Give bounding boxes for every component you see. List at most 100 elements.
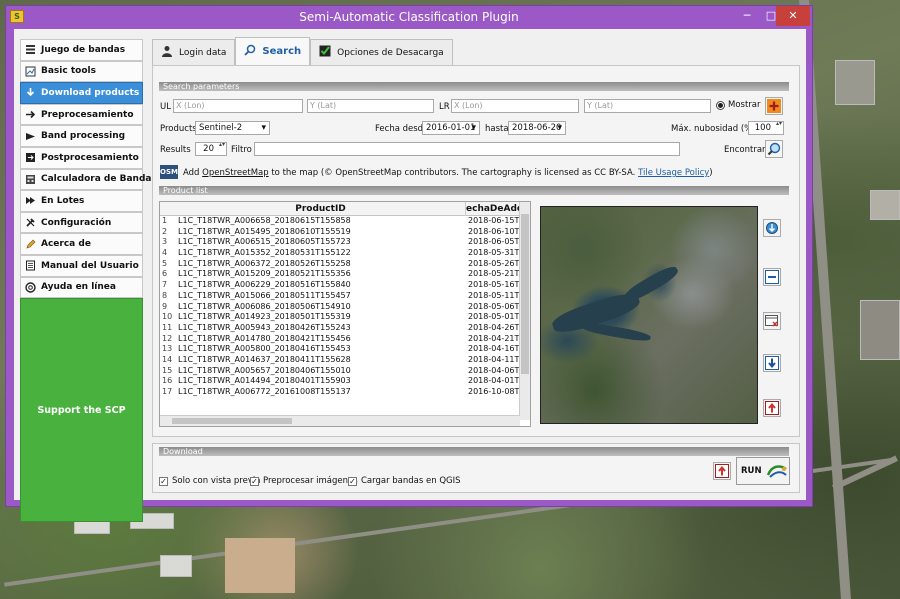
- table-row[interactable]: 15 L1C_T18TWR_A005657_20180406T155010 2018…: [160, 366, 520, 377]
- products-select[interactable]: Sentinel-2: [195, 121, 270, 135]
- table-row[interactable]: 10 L1C_T18TWR_A014923_20180501T155319 2018…: [160, 312, 520, 323]
- title-bar[interactable]: S Semi-Automatic Classification Plugin ─…: [6, 6, 812, 28]
- sidebar-item-batch[interactable]: En Lotes: [20, 190, 143, 212]
- load-links-button[interactable]: [713, 462, 731, 480]
- date-to-select[interactable]: 2018-06-20: [508, 121, 566, 135]
- table-row[interactable]: 13 L1C_T18TWR_A005800_20180416T155453 2018…: [160, 344, 520, 355]
- import-table-button[interactable]: [763, 399, 781, 417]
- ul-y-input[interactable]: Y (Lat): [307, 99, 434, 113]
- export-links-button[interactable]: [763, 354, 781, 372]
- show-radio[interactable]: Mostrar: [716, 100, 761, 110]
- column-product-id[interactable]: ProductID: [176, 202, 466, 216]
- product-id-cell: L1C_T18TWR_A006658_20180615T155858: [178, 216, 351, 225]
- osm-add-line: Add OpenStreetMap to the map (© OpenStre…: [183, 168, 713, 178]
- download-globe-icon: [766, 222, 778, 234]
- table-row[interactable]: 5 L1C_T18TWR_A006372_20180526T155258 2018-…: [160, 259, 520, 270]
- postprocessing-icon: [25, 152, 36, 163]
- sidebar-item-postprocessing[interactable]: Postprocesamiento: [20, 146, 143, 169]
- vertical-scrollbar[interactable]: [519, 202, 530, 420]
- row-number: 1: [162, 216, 168, 225]
- table-row[interactable]: 9 L1C_T18TWR_A006086_20180506T154910 2018-…: [160, 302, 520, 313]
- sidebar-item-user-manual[interactable]: Manual del Usuario: [20, 254, 143, 277]
- background-field: [225, 538, 295, 593]
- sidebar-item-label: Configuración: [41, 217, 112, 228]
- results-spinbox[interactable]: 20: [195, 142, 227, 156]
- tab-download-options[interactable]: Opciones de Desacarga: [310, 39, 453, 65]
- ul-x-input[interactable]: X (Lon): [173, 99, 303, 113]
- run-label: RUN: [741, 466, 762, 476]
- osm-link[interactable]: OpenStreetMap: [202, 168, 268, 178]
- product-id-cell: L1C_T18TWR_A005943_20180426T155243: [178, 322, 351, 332]
- sidebar-item-basic-tools[interactable]: Basic tools: [20, 60, 143, 83]
- product-id-cell: L1C_T18TWR_A014780_20180421T155456: [178, 333, 351, 343]
- table-row[interactable]: 1 L1C_T18TWR_A006658_20180615T155858 2018-…: [160, 216, 520, 227]
- table-row[interactable]: 8 L1C_T18TWR_A015066_20180511T155457 2018-…: [160, 291, 520, 302]
- acquisition-date-cell: 2018-04-01T1: [468, 376, 520, 386]
- filter-input[interactable]: [254, 142, 680, 156]
- max-cloud-spinbox[interactable]: 100: [748, 121, 784, 135]
- add-area-button[interactable]: [765, 97, 783, 115]
- tile-usage-policy-link[interactable]: Tile Usage Policy: [638, 168, 709, 178]
- find-label: Encontrar: [724, 145, 766, 155]
- sidebar-item-band-calculator[interactable]: Calculadora de Bandas: [20, 168, 157, 191]
- load-bands-checkbox[interactable]: ✓ Cargar bandas en QGIS: [348, 476, 461, 486]
- row-number: 16: [162, 376, 173, 386]
- sidebar-item-band-set[interactable]: Juego de bandas: [20, 39, 143, 61]
- table-row[interactable]: 3 L1C_T18TWR_A006515_20180605T155723 2018-…: [160, 237, 520, 248]
- close-button[interactable]: ✕: [776, 6, 810, 26]
- table-row[interactable]: 11 L1C_T18TWR_A005943_20180426T155243 2018…: [160, 323, 520, 334]
- support-the-scp-button[interactable]: Support the SCP: [20, 298, 143, 523]
- plus-icon: [767, 99, 781, 113]
- preview-river: [580, 320, 652, 344]
- only-preview-checkbox[interactable]: ✓ Solo con vista previa: [159, 476, 260, 486]
- tab-login-data[interactable]: Login data: [152, 39, 236, 65]
- background-building: [835, 60, 875, 105]
- download-panel: Download ✓ Solo con vista previa ✓ Prepr…: [152, 443, 800, 493]
- lr-y-input[interactable]: Y (Lat): [584, 99, 711, 113]
- run-button[interactable]: RUN: [736, 457, 790, 485]
- horizontal-scrollbar[interactable]: [160, 415, 520, 426]
- table-row[interactable]: 7 L1C_T18TWR_A006229_20180516T155840 2018-…: [160, 280, 520, 291]
- product-id-cell: L1C_T18TWR_A006229_20180516T155840: [178, 280, 351, 290]
- sidebar-item-download-products[interactable]: Download products: [20, 82, 143, 104]
- osm-to-map-text: to the map: [271, 168, 319, 178]
- sidebar-item-preprocessing[interactable]: Preprocesamiento: [20, 103, 143, 126]
- basic-tools-icon: [25, 66, 36, 77]
- sidebar-item-about[interactable]: Acerca de: [20, 233, 143, 255]
- minimize-button[interactable]: ─: [734, 6, 760, 26]
- remove-row-button[interactable]: [763, 268, 781, 286]
- date-from-select[interactable]: 2016-01-01: [422, 121, 480, 135]
- sidebar-item-band-processing[interactable]: Band processing: [20, 125, 143, 147]
- image-preview[interactable]: [540, 206, 758, 424]
- scroll-thumb[interactable]: [172, 418, 292, 424]
- row-number: 12: [162, 333, 173, 343]
- preprocess-images-checkbox[interactable]: ✓ Preprocesar imágenes: [250, 476, 358, 486]
- sidebar-item-label: Acerca de: [41, 239, 91, 250]
- sidebar-item-settings[interactable]: Configuración: [20, 211, 143, 234]
- download-preview-button[interactable]: [763, 219, 781, 237]
- clear-table-button[interactable]: [763, 312, 781, 330]
- table-row[interactable]: 6 L1C_T18TWR_A015209_20180521T155356 2018-…: [160, 269, 520, 280]
- table-row[interactable]: 16 L1C_T18TWR_A014494_20180401T155903 2018…: [160, 376, 520, 387]
- scroll-thumb[interactable]: [521, 214, 529, 374]
- column-acquisition-date[interactable]: echaDeAdqui: [466, 202, 520, 216]
- row-number: 6: [162, 269, 168, 279]
- date-to-label: hasta: [485, 124, 509, 134]
- table-row[interactable]: 17 L1C_T18TWR_A006772_20161008T155137 2016…: [160, 387, 520, 398]
- table-row[interactable]: 12 L1C_T18TWR_A014780_20180421T155456 2018…: [160, 334, 520, 345]
- sidebar: Juego de bandas Basic tools Download pro…: [20, 39, 157, 523]
- lr-x-input[interactable]: X (Lon): [451, 99, 579, 113]
- product-id-cell: L1C_T18TWR_A005800_20180416T155453: [178, 344, 351, 354]
- products-label: Products: [160, 124, 197, 134]
- find-button[interactable]: [765, 140, 783, 158]
- background-building: [160, 555, 192, 577]
- tab-search[interactable]: Search: [235, 37, 311, 65]
- row-number: 15: [162, 365, 173, 375]
- table-row[interactable]: 14 L1C_T18TWR_A014637_20180411T155628 2018…: [160, 355, 520, 366]
- sidebar-item-online-help[interactable]: Ayuda en línea: [20, 276, 143, 299]
- table-row[interactable]: 2 L1C_T18TWR_A015495_20180610T155519 2018-…: [160, 227, 520, 238]
- table-row[interactable]: 4 L1C_T18TWR_A015352_20180531T155122 2018-…: [160, 248, 520, 259]
- acquisition-date-cell: 2018-06-15T1: [468, 216, 520, 225]
- row-number: 13: [162, 344, 173, 354]
- tab-label: Login data: [179, 47, 227, 58]
